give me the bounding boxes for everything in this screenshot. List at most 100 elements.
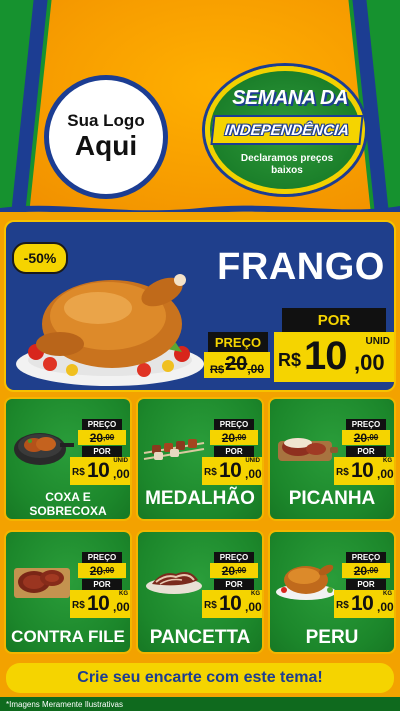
unit: UNID [245, 458, 260, 464]
preco-label: PREÇO [82, 419, 122, 430]
preco-label: PREÇO [82, 552, 122, 563]
new-price: R$ 10 ,00 UNID [202, 457, 262, 485]
hero-product-title: FRANGO [217, 246, 385, 288]
old-price-int: 20 [225, 353, 248, 375]
unit: KG [119, 591, 128, 597]
skewers-icon [143, 439, 205, 460]
por-label: POR [214, 579, 254, 590]
new-price-dec: ,00 [377, 600, 394, 614]
old-price-dec: ,00 [103, 433, 115, 442]
old-price-dec: ,00 [103, 566, 115, 575]
new-price-int: 10 [351, 459, 374, 482]
new-price-int: 10 [304, 334, 347, 378]
por-label: POR [214, 446, 254, 457]
new-price-dec: ,00 [245, 467, 262, 481]
unit: KG [383, 458, 392, 464]
product-name: CONTRA FILE [11, 627, 125, 646]
new-price-currency: R$ [278, 350, 302, 370]
new-price: R$ 10 ,00 KG [202, 590, 262, 618]
product-card-pancetta[interactable]: PREÇO 20,00 POR R$ 10 ,00 KG PANCETTA [136, 530, 264, 654]
old-price-dec: ,00 [235, 566, 247, 575]
unit: UNID [113, 458, 128, 464]
product-name: PANCETTA [149, 627, 251, 648]
roast-turkey-icon [276, 564, 336, 600]
old-price-dec: ,00 [247, 362, 264, 376]
old-price: 20,00 [342, 563, 390, 578]
product-name: MEDALHÃO [145, 488, 255, 509]
chicken-thigh-pan-icon [14, 433, 74, 465]
new-price: R$ 10 ,00 KG [70, 590, 130, 618]
product-card-contra-file[interactable]: PREÇO 20,00 POR R$ 10 ,00 KG CONTRA FILE [4, 530, 132, 654]
currency: R$ [204, 467, 217, 478]
unit: KG [251, 591, 260, 597]
currency: R$ [336, 467, 349, 478]
new-price-dec: ,00 [354, 350, 385, 375]
por-label: POR [346, 579, 386, 590]
new-price-dec: ,00 [113, 467, 130, 481]
logo-line-1: Sua Logo [67, 111, 145, 131]
new-price-dec: ,00 [245, 600, 262, 614]
new-price: R$ 10 ,00 UNID [274, 332, 394, 382]
old-price-int: 20 [353, 430, 368, 445]
badge-title: SEMANA DA [232, 87, 348, 109]
logo-placeholder[interactable]: Sua Logo Aqui [44, 75, 168, 199]
independence-week-badge: SEMANA DA INDEPENDÊNCIA Declaramos preço… [205, 66, 365, 194]
cta-banner[interactable]: Crie seu encarte com este tema! [6, 663, 394, 693]
old-price-int: 20 [89, 563, 104, 578]
product-name: PICANHA [288, 488, 376, 509]
product-card-coxa[interactable]: PREÇO 20,00 POR R$ 10 ,00 UNID COXA E SO… [4, 397, 132, 521]
product-card-picanha[interactable]: PREÇO 20,00 POR R$ 10 ,00 KG PICANHA [268, 397, 396, 521]
old-price: 20,00 [342, 430, 390, 445]
new-price-int: 10 [87, 459, 110, 482]
product-name: PERU [305, 627, 359, 648]
currency: R$ [72, 600, 85, 611]
pancetta-slices-icon [146, 572, 202, 594]
preco-label: PREÇO [214, 552, 254, 563]
product-name: COXA E SOBRECOXA [29, 490, 107, 518]
old-price-int: 20 [221, 430, 236, 445]
old-price-int: 20 [89, 430, 104, 445]
discount-badge: -50% [12, 242, 68, 274]
preco-label: PREÇO [346, 419, 386, 430]
new-price: R$ 10 ,00 KG [334, 457, 394, 485]
price-unit: UNID [365, 336, 390, 347]
new-price-int: 10 [219, 592, 242, 615]
old-price: 20,00 [78, 430, 126, 445]
old-price-label: PREÇO [208, 332, 268, 352]
currency: R$ [204, 600, 217, 611]
old-price: 20,00 [78, 563, 126, 578]
badge-subtitle: Declaramos preços baixos [240, 153, 334, 176]
badge-ribbon: INDEPENDÊNCIA [210, 115, 364, 145]
unit: KG [383, 591, 392, 597]
header: Sua Logo Aqui SEMANA DA INDEPENDÊNCIA De… [0, 0, 400, 215]
new-price-dec: ,00 [377, 467, 394, 481]
footer-disclaimer: *Imagens Meramente Ilustrativas [0, 697, 400, 711]
old-price: R$ 20 ,00 [204, 352, 270, 378]
por-label: POR [346, 446, 386, 457]
hero-offer-card[interactable]: -50% FRANGO PREÇO R$ 20 ,00 POR R$ 10 ,0… [4, 220, 396, 392]
new-price-label: POR [282, 308, 386, 332]
old-price-dec: ,00 [235, 433, 247, 442]
steaks-board-icon [14, 568, 70, 598]
por-label: POR [82, 446, 122, 457]
old-price-int: 20 [221, 563, 236, 578]
old-price-dec: ,00 [367, 566, 379, 575]
por-label: POR [82, 579, 122, 590]
new-price-int: 10 [351, 592, 374, 615]
old-price: 20,00 [210, 563, 258, 578]
logo-line-2: Aqui [74, 129, 138, 161]
product-card-peru[interactable]: PREÇO 20,00 POR R$ 10 ,00 KG PERU [268, 530, 396, 654]
currency: R$ [72, 467, 85, 478]
preco-label: PREÇO [346, 552, 386, 563]
picanha-board-icon [278, 438, 338, 461]
currency: R$ [336, 600, 349, 611]
preco-label: PREÇO [214, 419, 254, 430]
new-price: R$ 10 ,00 UNID [70, 457, 130, 485]
new-price-int: 10 [219, 459, 242, 482]
product-card-medalhao[interactable]: PREÇO 20,00 POR R$ 10 ,00 UNID MEDALHÃO [136, 397, 264, 521]
new-price-int: 10 [87, 592, 110, 615]
new-price-dec: ,00 [113, 600, 130, 614]
old-price: 20,00 [210, 430, 258, 445]
old-price-dec: ,00 [367, 433, 379, 442]
new-price: R$ 10 ,00 KG [334, 590, 394, 618]
